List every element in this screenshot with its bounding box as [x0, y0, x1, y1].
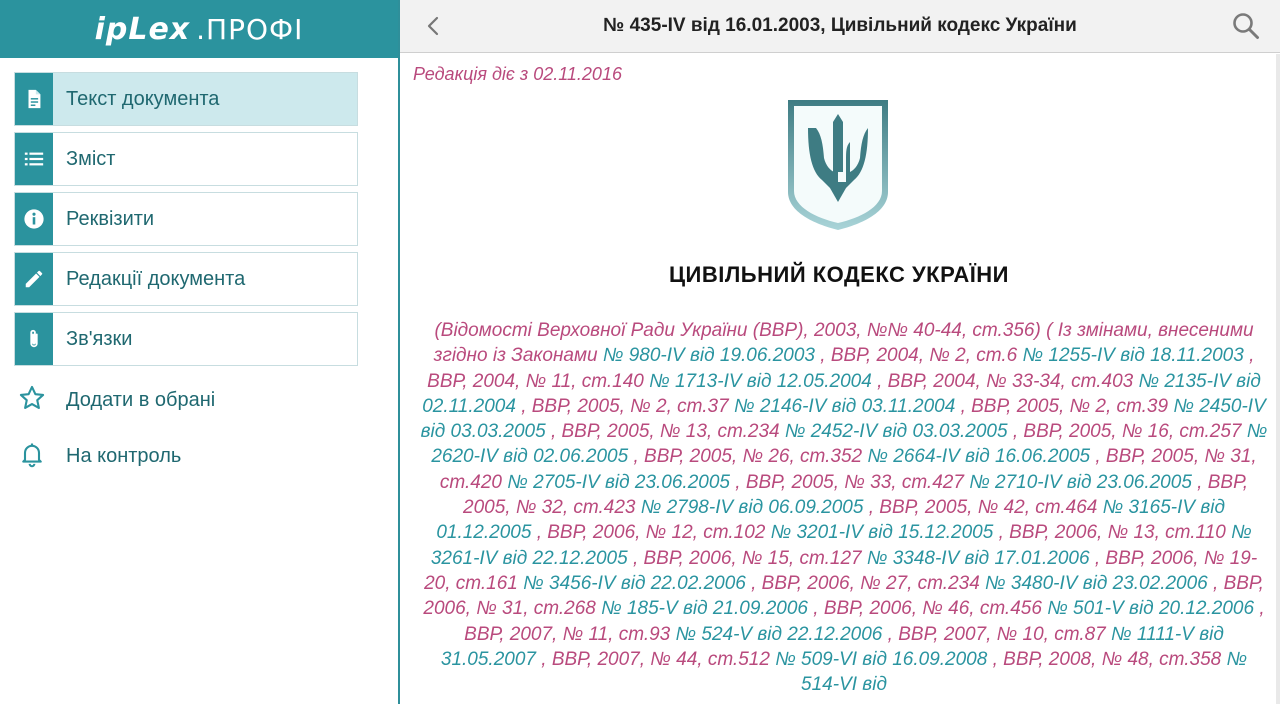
logo-brand: ipLex: [94, 11, 191, 47]
chevron-left-icon: [427, 16, 439, 36]
source-text: , ВВР, 2005, № 2, ст.37: [521, 395, 729, 417]
source-text: , ВВР, 2006, № 13, ст.110: [998, 522, 1226, 544]
sidebar-item-contents[interactable]: Зміст: [14, 132, 358, 186]
law-link[interactable]: № 2146-IV від 03.11.2004: [734, 396, 955, 417]
amendments-list: (Відомості Верховної Ради України (ВВР),…: [420, 318, 1268, 697]
top-bar: № 435-IV від 16.01.2003, Цивільний кодек…: [400, 0, 1280, 53]
page-title: № 435-IV від 16.01.2003, Цивільний кодек…: [603, 15, 1077, 36]
sidebar-item-details[interactable]: Реквізити: [14, 192, 358, 246]
source-text: , ВВР, 2005, № 33, ст.427: [735, 471, 964, 493]
source-text: , ВВР, 2004, № 2, ст.6: [820, 345, 1018, 367]
source-text: , ВВР, 2007, № 10, ст.87: [887, 623, 1106, 645]
document-icon: [15, 73, 53, 125]
edition-note: Редакція діє з 02.11.2016: [413, 64, 622, 84]
document-content[interactable]: Редакція діє з 02.11.2016 ЦИВІЛЬНИЙ КОДЕ…: [400, 54, 1278, 704]
sidebar-item-label: Текст документа: [66, 87, 220, 110]
star-icon: [18, 384, 46, 417]
law-link[interactable]: № 509-VI від 16.09.2008: [775, 649, 987, 670]
source-text: , ВВР, 2005, № 13, ст.234: [550, 421, 780, 443]
source-text: , ВВР, 2005, № 2, ст.39: [960, 395, 1169, 417]
source-text: , ВВР, 2006, № 12, ст.102: [536, 522, 766, 544]
monitor-label: На контроль: [66, 444, 182, 467]
info-icon: [15, 193, 53, 245]
document-title: ЦИВІЛЬНИЙ КОДЕКС УКРАЇНИ: [668, 262, 1009, 287]
scrollbar[interactable]: [1276, 54, 1280, 704]
law-link[interactable]: № 3456-IV від 22.02.2006: [523, 573, 746, 594]
law-link[interactable]: № 980-IV від 19.06.2003: [603, 345, 815, 366]
sidebar-item-label: Зміст: [66, 147, 116, 170]
monitor-button[interactable]: На контроль: [18, 428, 358, 484]
search-button[interactable]: [1230, 10, 1262, 42]
source-text: , ВВР, 2006, № 15, ст.127: [632, 547, 862, 569]
law-link[interactable]: № 3201-IV від 15.12.2005: [771, 522, 994, 543]
source-text: , ВВР, 2006, № 46, ст.456: [813, 598, 1042, 620]
list-icon: [15, 133, 53, 185]
pencil-icon: [15, 253, 53, 305]
source-text: , ВВР, 2005, № 26, ст.352: [633, 446, 863, 468]
source-text: , ВВР, 2004, № 33-34, ст.403: [877, 370, 1134, 392]
law-link[interactable]: № 501-V від 20.12.2006: [1047, 598, 1254, 619]
law-link[interactable]: № 2664-IV від 16.06.2005: [867, 446, 1090, 467]
sidebar: ipLex .ПРОФІ Текст документа Зміст Рекві…: [0, 0, 400, 704]
source-text: , ВВР, 2008, № 48, ст.358: [992, 648, 1222, 670]
source-text: , ВВР, 2005, № 16, ст.257: [1012, 421, 1242, 443]
document-view: № 435-IV від 16.01.2003, Цивільний кодек…: [400, 0, 1280, 704]
source-text: , ВВР, 2007, № 44, ст.512: [541, 648, 770, 670]
bell-icon: [18, 440, 46, 473]
law-link[interactable]: № 3348-IV від 17.01.2006: [867, 548, 1090, 569]
law-link[interactable]: № 524-V від 22.12.2006: [676, 624, 883, 645]
app-logo: ipLex .ПРОФІ: [95, 12, 304, 47]
logo-bar: ipLex .ПРОФІ: [0, 0, 398, 58]
sidebar-item-document-text[interactable]: Текст документа: [14, 72, 358, 126]
add-to-favorites-label: Додати в обрані: [66, 388, 216, 411]
source-text: , ВВР, 2006, № 27, ст.234: [751, 572, 980, 594]
back-button[interactable]: [420, 12, 448, 40]
law-link[interactable]: № 1713-IV від 12.05.2004: [649, 371, 872, 392]
coat-of-arms-icon: [788, 100, 888, 230]
source-text: , ВВР, 2005, № 42, ст.464: [868, 497, 1098, 519]
law-link[interactable]: № 3480-IV від 23.02.2006: [985, 573, 1208, 594]
law-link[interactable]: № 1255-IV від 18.11.2003: [1023, 345, 1244, 366]
law-link[interactable]: № 185-V від 21.09.2006: [601, 598, 808, 619]
logo-suffix: .ПРОФІ: [196, 12, 304, 46]
sidebar-menu: Текст документа Зміст Реквізити Редакції…: [0, 58, 398, 484]
sidebar-item-label: Редакції документа: [66, 267, 246, 290]
law-link[interactable]: № 2798-IV від 06.09.2005: [641, 497, 864, 518]
paperclip-icon: [15, 313, 53, 365]
sidebar-item-label: Зв'язки: [66, 327, 133, 350]
sidebar-item-revisions[interactable]: Редакції документа: [14, 252, 358, 306]
add-to-favorites-button[interactable]: Додати в обрані: [18, 372, 358, 428]
search-icon: [1233, 13, 1259, 39]
law-link[interactable]: № 2710-IV від 23.06.2005: [969, 472, 1192, 493]
sidebar-item-label: Реквізити: [66, 207, 155, 230]
sidebar-item-links[interactable]: Зв'язки: [14, 312, 358, 366]
law-link[interactable]: № 2452-IV від 03.03.2005: [785, 421, 1008, 442]
app-window: ipLex .ПРОФІ Текст документа Зміст Рекві…: [0, 0, 1280, 704]
law-link[interactable]: № 2705-IV від 23.06.2005: [507, 472, 730, 493]
